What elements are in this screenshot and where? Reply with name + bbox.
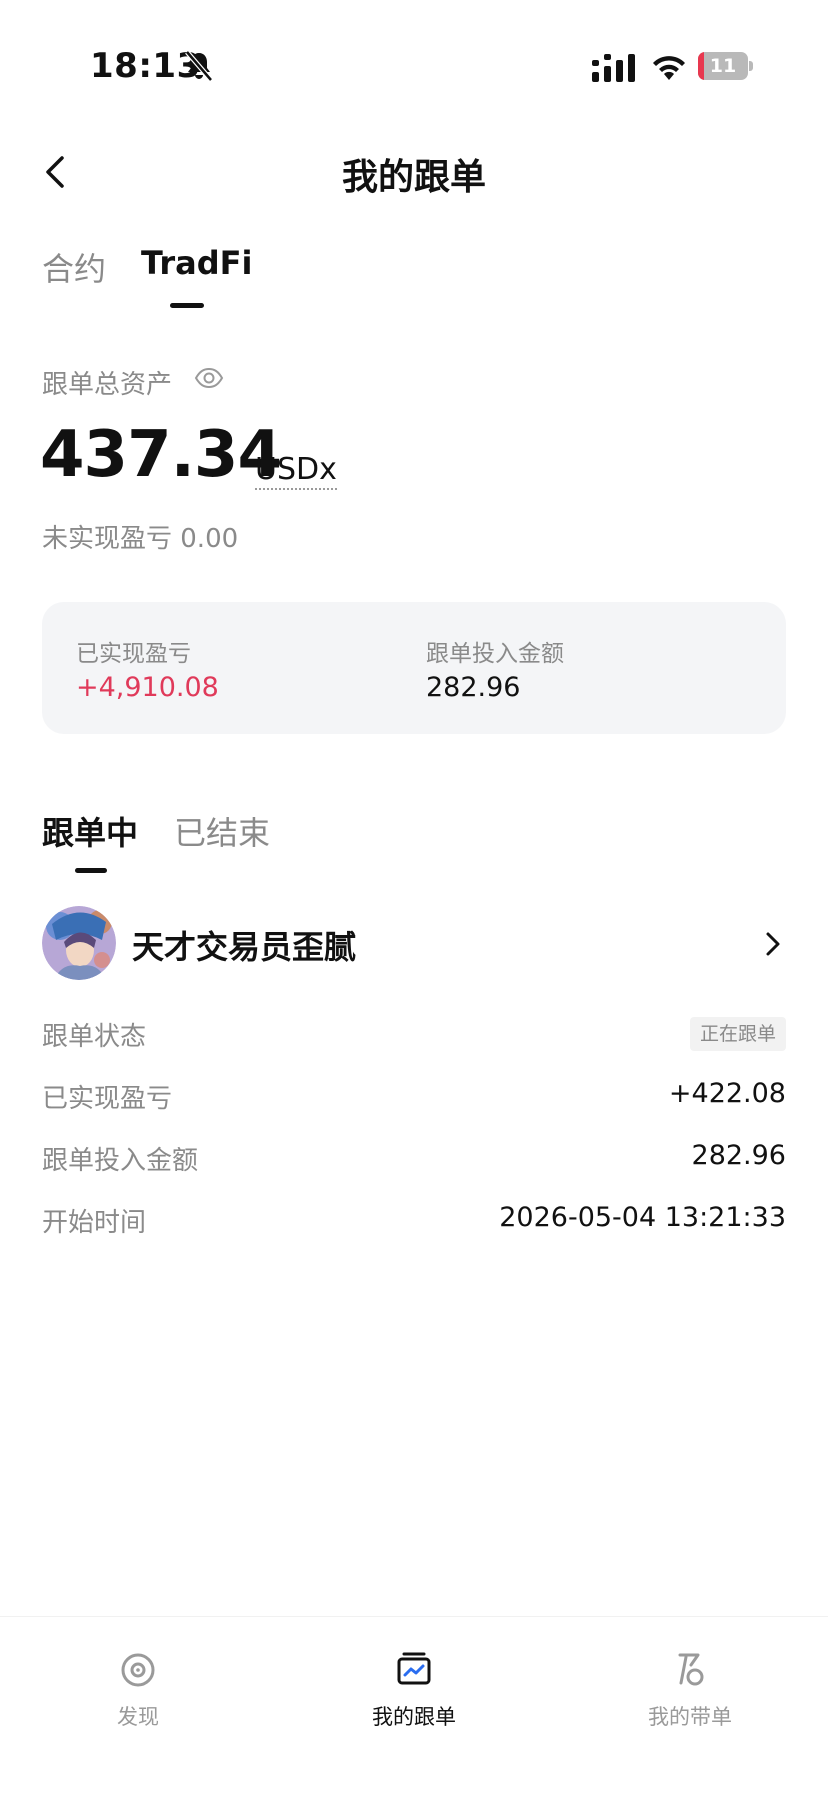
assets-value: 437.34 bbox=[40, 418, 282, 492]
nav-discover-label: 发现 bbox=[117, 1705, 159, 1729]
lead-trade-icon bbox=[678, 1653, 704, 1686]
nav-my-copy-trades-label: 我的跟单 bbox=[372, 1705, 456, 1729]
trader-invested-value: 282.96 bbox=[691, 1140, 786, 1171]
trader-invested-label: 跟单投入金额 bbox=[42, 1146, 199, 1176]
start-time-value: 2026-05-04 13:21:33 bbox=[499, 1202, 786, 1233]
tab-following[interactable]: 跟单中 bbox=[42, 808, 138, 854]
signal-icon bbox=[592, 54, 635, 82]
page-title: 我的跟单 bbox=[341, 157, 486, 198]
wifi-icon bbox=[653, 56, 685, 80]
invested-amount-value: 282.96 bbox=[426, 672, 521, 703]
invested-amount-label: 跟单投入金额 bbox=[426, 641, 564, 667]
trader-name: 天才交易员歪腻 bbox=[132, 928, 357, 966]
nav-discover[interactable]: 发现 bbox=[58, 1651, 218, 1741]
nav-my-lead-trades-label: 我的带单 bbox=[648, 1705, 732, 1729]
copy-trading-page: 18:13 11 我的跟单 合约 TradFi 跟单总资产 437.34 USD… bbox=[0, 0, 828, 1801]
status-bar: 18:13 11 bbox=[0, 0, 828, 120]
trader-realized-pnl-label: 已实现盈亏 bbox=[42, 1084, 173, 1114]
start-time-label: 开始时间 bbox=[42, 1208, 147, 1238]
battery-level: 11 bbox=[709, 55, 737, 77]
bottom-nav: 发现 我的跟单 我的带单 bbox=[0, 1616, 828, 1801]
status-badge: 正在跟单 bbox=[689, 1017, 786, 1051]
tab-following-indicator bbox=[75, 868, 107, 873]
assets-label: 跟单总资产 bbox=[42, 370, 173, 400]
nav-my-lead-trades[interactable]: 我的带单 bbox=[610, 1651, 770, 1741]
tab-contract[interactable]: 合约 bbox=[42, 244, 106, 290]
unrealized-pnl: 未实现盈亏 0.00 bbox=[42, 524, 239, 554]
bell-muted-icon bbox=[185, 50, 213, 82]
realized-pnl-label: 已实现盈亏 bbox=[76, 641, 191, 667]
avatar bbox=[42, 906, 116, 980]
nav-my-copy-trades[interactable]: 我的跟单 bbox=[334, 1651, 494, 1741]
copy-trade-icon bbox=[397, 1652, 431, 1685]
chevron-right-icon[interactable] bbox=[764, 930, 782, 958]
eye-icon[interactable] bbox=[194, 366, 224, 390]
trader-realized-pnl-value: +422.08 bbox=[668, 1078, 786, 1109]
assets-unit[interactable]: USDx bbox=[255, 452, 337, 490]
discover-icon bbox=[121, 1653, 155, 1687]
realized-pnl-value: +4,910.08 bbox=[76, 672, 219, 703]
summary-card: 已实现盈亏 +4,910.08 跟单投入金额 282.96 bbox=[42, 602, 786, 734]
tab-ended[interactable]: 已结束 bbox=[174, 808, 270, 854]
battery-icon: 11 bbox=[698, 52, 754, 80]
follow-status-label: 跟单状态 bbox=[42, 1022, 147, 1052]
trader-row[interactable]: 天才交易员歪腻 bbox=[42, 906, 786, 982]
tab-tradfi-indicator bbox=[170, 303, 204, 308]
tab-tradfi[interactable]: TradFi bbox=[141, 244, 252, 282]
